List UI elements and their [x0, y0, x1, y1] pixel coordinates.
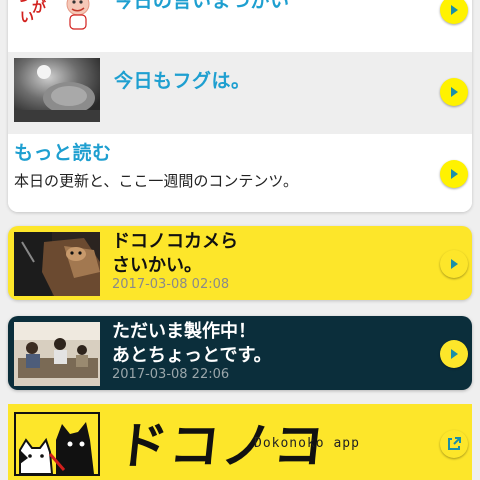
chevron-right-icon — [451, 87, 458, 97]
camera-card-title-line1: ドコノコカメら — [112, 231, 238, 252]
list-item-fugu[interactable]: 今日もフグは。 — [8, 52, 472, 134]
camera-thumbnail — [14, 232, 100, 296]
camera-card-title-line2: さいかい。 — [112, 255, 202, 276]
chevron-right-icon — [451, 259, 458, 269]
fugu-title: 今日もフグは。 — [114, 70, 251, 92]
camera-card-title: ドコノコカメら さいかい。 — [112, 230, 238, 278]
more-arrow-button[interactable] — [440, 160, 468, 188]
chevron-right-icon — [451, 349, 458, 359]
camera-card[interactable]: ドコノコカメら さいかい。 2017-03-08 02:08 — [8, 226, 472, 300]
production-card[interactable]: ただいま製作中！ あとちょっとです。 2017-03-08 22:06 — [8, 316, 472, 390]
svg-text:つ: つ — [16, 0, 30, 6]
iimatsugai-thumbnail: つ が い — [14, 0, 100, 38]
fugu-arrow-button[interactable] — [440, 78, 468, 106]
svg-text:が: が — [32, 0, 47, 16]
camera-arrow-button[interactable] — [440, 250, 468, 278]
dokonoko-app-label: Dokonoko app — [254, 436, 360, 451]
chevron-right-icon — [451, 5, 458, 15]
production-arrow-button[interactable] — [440, 340, 468, 368]
dokonoko-logo-image — [14, 412, 100, 476]
production-thumbnail — [14, 322, 100, 386]
dokonoko-app-banner[interactable]: ドコノコ Dokonoko app — [8, 404, 472, 480]
production-card-title: ただいま製作中！ あとちょっとです。 — [112, 320, 272, 368]
chevron-right-icon — [451, 169, 458, 179]
production-card-title-line2: あとちょっとです。 — [112, 345, 272, 366]
fugu-thumbnail — [14, 58, 100, 122]
more-subtitle: 本日の更新と、ここ一週間のコンテンツ。 — [14, 172, 298, 190]
external-link-icon — [448, 437, 461, 450]
top-content-card: つ が い 今日の言いまつがい — [8, 0, 472, 212]
svg-text:い: い — [20, 10, 34, 26]
production-card-date: 2017-03-08 22:06 — [112, 367, 230, 382]
more-title: もっと読む — [14, 142, 112, 164]
iimatsugai-arrow-button[interactable] — [440, 0, 468, 24]
production-card-title-line1: ただいま製作中！ — [112, 321, 256, 342]
list-item-more[interactable]: もっと読む 本日の更新と、ここ一週間のコンテンツ。 — [8, 134, 472, 212]
list-item-iimatsugai[interactable]: つ が い 今日の言いまつがい — [8, 0, 472, 52]
camera-card-date: 2017-03-08 02:08 — [112, 277, 230, 292]
external-link-button[interactable] — [440, 430, 468, 458]
iimatsugai-title: 今日の言いまつがい — [114, 0, 290, 12]
